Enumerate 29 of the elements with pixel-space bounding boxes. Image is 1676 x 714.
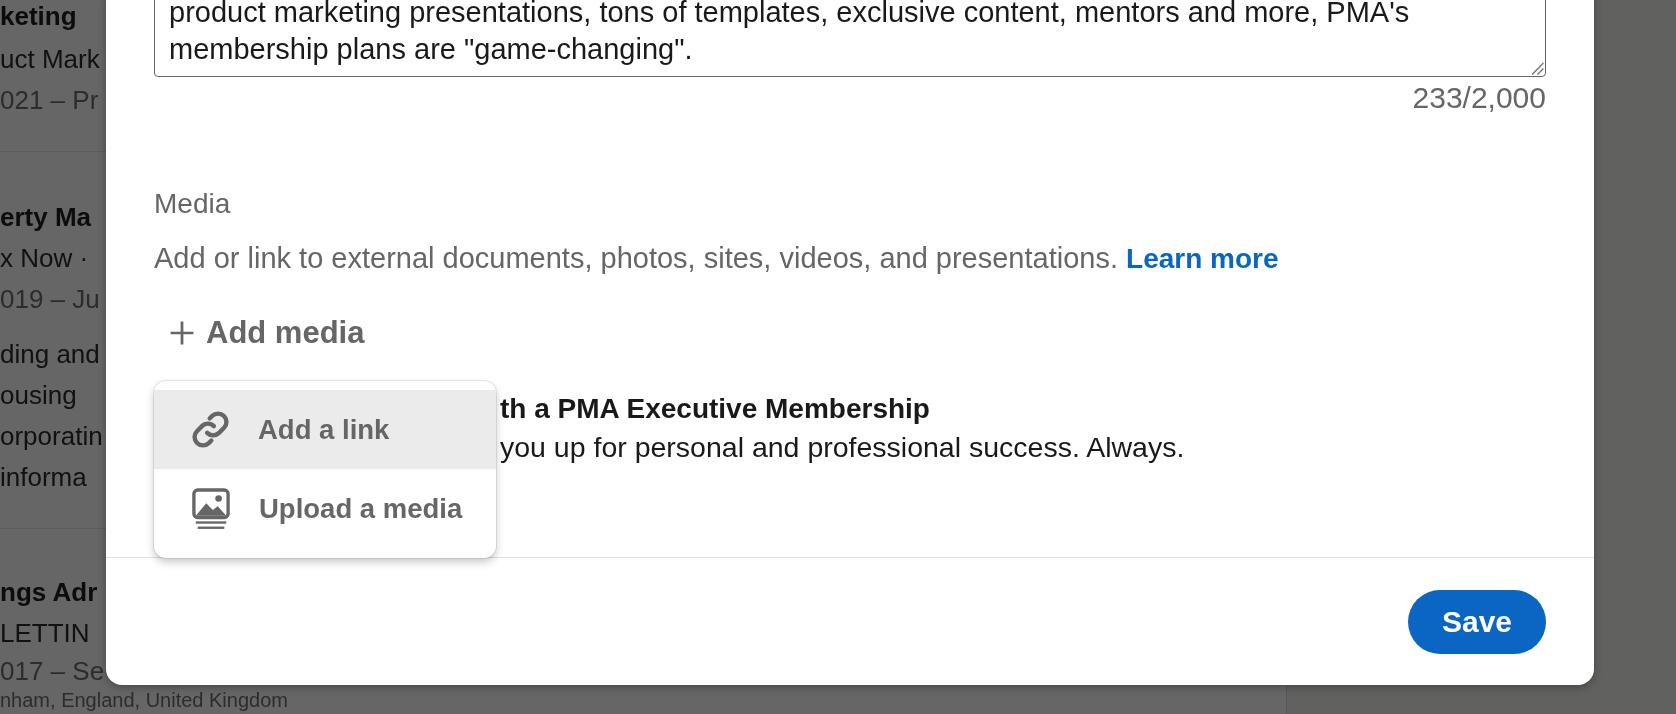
company-name: LETTIN [0,617,90,650]
add-media-button[interactable]: Add media [154,309,379,357]
date-range: 021 – Pr [0,84,99,117]
job-description-line: orporatin [0,420,103,453]
link-icon [192,411,229,448]
date-range: 019 – Ju [0,283,100,316]
menu-item[interactable]: Add a link [154,390,496,469]
job-title: erty Ma [0,201,92,234]
description-field[interactable]: product marketing presentations, tons of templates, exclusive content, mentors and more, PMA's membership plans are "game-changing". [154,0,1546,77]
company-name: x Now · [0,242,89,275]
job-description-line: informa [0,461,87,494]
image-icon [192,488,230,529]
media-description: you up for personal and professional success. Always. [500,430,1185,465]
job-title: ngs Adr [0,576,98,609]
media-title: th a PMA Executive Membership [500,392,930,426]
learn-more-link[interactable]: Learn more [1126,243,1279,274]
plus-icon [170,321,194,345]
resize-grip-icon[interactable] [1531,62,1544,75]
job-description-line: ousing [0,379,77,412]
menu-item[interactable]: Upload a media [154,469,496,548]
date-range: 017 – Se [0,655,105,688]
save-button[interactable]: Save [1408,589,1546,654]
section-label: Media [154,188,231,220]
job-title: keting [0,0,77,32]
media-help-text: Add or link to external documents, photos, sites, videos, and presentations. Learn more [154,241,1279,276]
character-count: 233/2,000 [1412,83,1546,113]
job-location: nham, England, United Kingdom [0,689,288,712]
company-name: uct Mark [0,43,100,76]
job-description-line: ding and [0,338,100,371]
